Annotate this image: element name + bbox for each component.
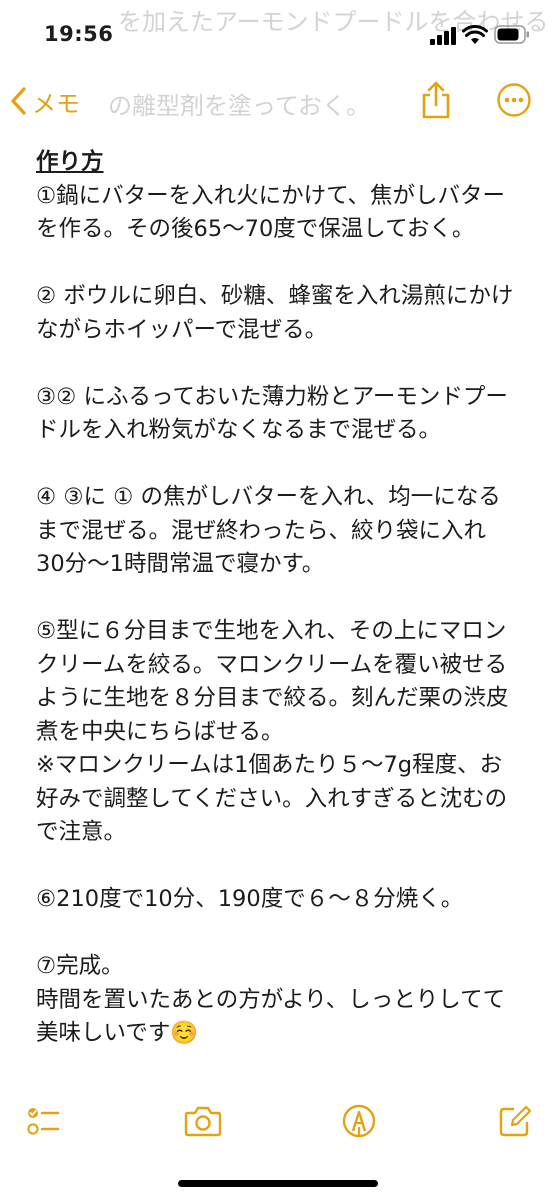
note-body[interactable]: 作り方 ①鍋にバターを入れ火にかけて、焦がしバター を作る。その後65～70度で保… (36, 146, 536, 1051)
note-line: ※マロンクリームは1個あたり５～7g程度、お (36, 752, 503, 778)
note-line: ④ ③に ① の焦がしバターを入れ、均一になる (36, 484, 501, 510)
compose-icon[interactable] (498, 1104, 532, 1138)
note-line: 美味しいです☺️ (36, 1020, 199, 1046)
note-line: クリームを絞る。マロンクリームを覆い被せる (36, 651, 508, 678)
wifi-icon (462, 25, 488, 44)
note-line: ⑤型に６分目まで生地を入れ、その上にマロン (36, 618, 507, 644)
status-bar: 19:56 (0, 0, 555, 70)
bottom-toolbar (0, 1088, 555, 1152)
back-button[interactable]: メモ (10, 84, 80, 118)
note-line: ③② にふるっておいた薄力粉とアーモンドプー (36, 383, 508, 410)
note-line: ⑦完成。 (36, 953, 124, 979)
more-icon[interactable] (496, 82, 532, 118)
note-line: ドルを入れ粉気がなくなるまで混ぜる。 (36, 417, 442, 443)
chevron-left-icon (11, 87, 26, 115)
note-heading: 作り方 (36, 149, 104, 175)
note-line: 時間を置いたあとの方がより、しっとりしてて (36, 986, 506, 1013)
battery-icon (494, 25, 529, 44)
back-button-label: メモ (32, 89, 80, 118)
note-line: 30分～1時間常温で寝かす。 (36, 551, 325, 577)
note-line: を作る。その後65～70度で保温しておく。 (36, 216, 475, 242)
navigation-bar: メモ (0, 70, 555, 130)
share-icon[interactable] (418, 80, 454, 120)
note-line: ながらホイッパーで混ぜる。 (36, 316, 328, 343)
signal-icon (430, 27, 456, 45)
note-line: ⑥210度で10分、190度で６～８分焼く。 (36, 886, 464, 912)
markup-icon[interactable] (342, 1104, 376, 1138)
note-line: ①鍋にバターを入れ火にかけて、焦がしバター (36, 182, 506, 209)
status-time: 19:56 (44, 22, 114, 46)
note-line: ように生地を８分目まで絞る。刻んだ栗の渋皮 (36, 685, 509, 711)
note-line: で注意。 (36, 819, 127, 845)
note-line: 煮を中央にちらばせる。 (36, 718, 284, 745)
note-line: まで混ぜる。混ぜ終わったら、絞り袋に入れ (36, 517, 487, 544)
note-line: ② ボウルに卵白、砂糖、蜂蜜を入れ湯煎にかけ (36, 283, 514, 309)
home-indicator[interactable] (178, 1180, 378, 1187)
note-line: 好みで調整してください。入れすぎると沈むの (36, 785, 508, 812)
camera-icon[interactable] (184, 1104, 222, 1138)
checklist-icon[interactable] (26, 1104, 60, 1138)
